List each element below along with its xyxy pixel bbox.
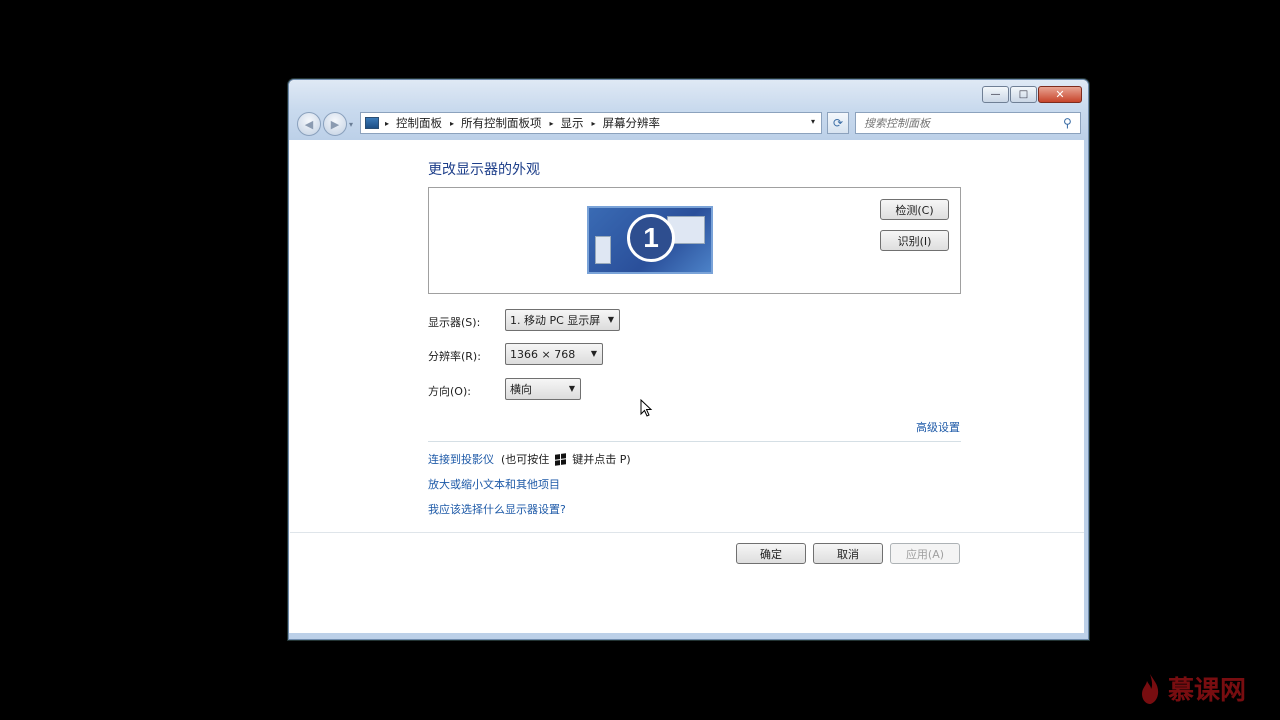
hint-suffix: 键并点击 P): [572, 453, 631, 466]
window-thumbnail: [595, 236, 611, 264]
watermark-text: 慕课网: [1168, 676, 1247, 706]
search-input[interactable]: [855, 112, 1081, 134]
minimize-button[interactable]: —: [982, 86, 1009, 103]
breadcrumb-screen-resolution[interactable]: 屏幕分辨率: [603, 115, 661, 131]
title-bar[interactable]: — □ ✕: [289, 80, 1088, 110]
forward-arrow-icon: ▶: [330, 117, 340, 131]
close-button[interactable]: ✕: [1038, 86, 1082, 103]
search-icon[interactable]: ⚲: [1063, 116, 1072, 130]
chevron-down-icon: ▼: [607, 315, 614, 324]
refresh-button[interactable]: ⟳: [827, 112, 849, 134]
resolution-select[interactable]: 1366 × 768 ▼: [505, 343, 603, 365]
resolution-label: 分辨率(R):: [428, 350, 481, 363]
control-panel-icon: [365, 117, 379, 129]
address-bar[interactable]: ▸ 控制面板 ▸ 所有控制面板项 ▸ 显示 ▸ 屏幕分辨率 ▾: [360, 112, 822, 134]
orientation-select[interactable]: 横向 ▼: [505, 378, 581, 400]
display-select[interactable]: 1. 移动 PC 显示屏 ▼: [505, 309, 620, 331]
monitor-number: 1: [627, 214, 675, 262]
flame-logo-icon: [1142, 673, 1159, 704]
display-select-value: 1. 移动 PC 显示屏: [510, 314, 601, 327]
window-frame-edge: [1084, 140, 1088, 639]
navigation-bar: ◀ ▶ ▾ ▸ 控制面板 ▸ 所有控制面板项 ▸ 显示 ▸ 屏幕分辨率 ▾ ⟳ …: [289, 110, 1088, 140]
page-title: 更改显示器的外观: [428, 162, 540, 178]
breadcrumb-separator-icon[interactable]: ▸: [450, 119, 454, 128]
monitor-preview-panel: 1 检测(C) 识别(I): [428, 187, 961, 294]
back-button[interactable]: ◀: [297, 112, 321, 136]
close-icon: ✕: [1055, 88, 1065, 101]
maximize-icon: □: [1018, 88, 1029, 100]
footer-divider: [290, 532, 1084, 533]
forward-button[interactable]: ▶: [323, 112, 347, 136]
refresh-icon: ⟳: [832, 116, 844, 130]
orientation-label: 方向(O):: [428, 385, 471, 398]
back-arrow-icon: ◀: [304, 117, 314, 131]
divider: [428, 441, 961, 442]
hint-prefix: (也可按住: [501, 453, 550, 466]
watermark: 慕课网: [1140, 670, 1246, 707]
advanced-settings-link[interactable]: 高级设置: [916, 419, 960, 435]
projector-shortcut-hint: (也可按住 键并点击 P): [501, 451, 631, 467]
minimize-icon: —: [990, 88, 1001, 100]
windows-logo-icon: [555, 452, 567, 466]
identify-button[interactable]: 识别(I): [880, 230, 949, 251]
window-frame-edge: [289, 633, 1088, 639]
chevron-down-icon: ▼: [568, 384, 575, 393]
breadcrumb-all-items[interactable]: 所有控制面板项: [461, 115, 542, 131]
breadcrumb-control-panel[interactable]: 控制面板: [396, 115, 442, 131]
screen-resolution-window: — □ ✕ ◀ ▶ ▾ ▸ 控制面板 ▸ 所有控制面板项 ▸ 显示 ▸ 屏幕分辨…: [288, 79, 1089, 640]
ok-button[interactable]: 确定: [736, 543, 806, 564]
recent-pages-dropdown-icon[interactable]: ▾: [349, 120, 353, 129]
caption-buttons: — □ ✕: [982, 86, 1082, 103]
breadcrumb-display[interactable]: 显示: [561, 115, 584, 131]
mouse-cursor-icon: [640, 399, 653, 417]
apply-button[interactable]: 应用(A): [890, 543, 960, 564]
detect-button[interactable]: 检测(C): [880, 199, 949, 220]
display-settings-help-link[interactable]: 我应该选择什么显示器设置?: [428, 501, 566, 517]
connect-projector-link[interactable]: 连接到投影仪: [428, 451, 494, 467]
text-size-link[interactable]: 放大或缩小文本和其他项目: [428, 476, 560, 492]
breadcrumb-separator-icon[interactable]: ▸: [592, 119, 596, 128]
cancel-button[interactable]: 取消: [813, 543, 883, 564]
orientation-select-value: 横向: [510, 383, 532, 396]
content-area: 更改显示器的外观 1 检测(C) 识别(I) 显示器(S): 1. 移动 PC …: [290, 140, 1084, 633]
breadcrumb-separator-icon[interactable]: ▸: [550, 119, 554, 128]
address-dropdown-icon[interactable]: ▾: [811, 117, 815, 126]
resolution-select-value: 1366 × 768: [510, 347, 576, 361]
maximize-button[interactable]: □: [1010, 86, 1037, 103]
monitor-1-icon[interactable]: 1: [587, 206, 713, 274]
chevron-down-icon: ▼: [590, 349, 597, 358]
display-label: 显示器(S):: [428, 316, 481, 329]
breadcrumb-separator-icon[interactable]: ▸: [385, 119, 389, 128]
